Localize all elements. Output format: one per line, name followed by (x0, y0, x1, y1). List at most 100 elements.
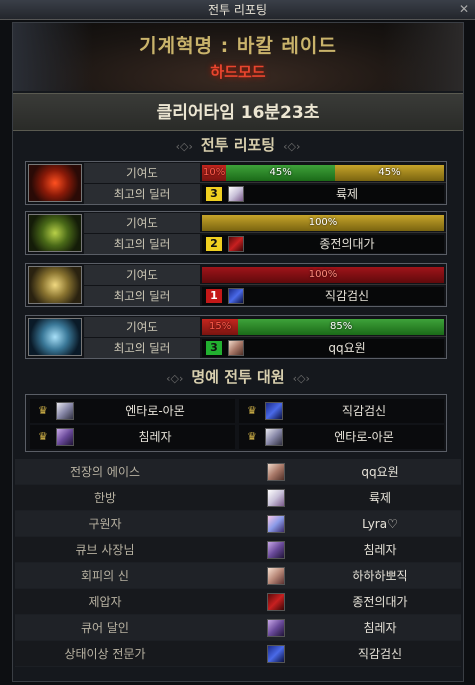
contribution-segment: 15% (202, 319, 239, 335)
award-title: 한방 (93, 491, 117, 505)
award-row: 제압자 종전의대가 (15, 589, 461, 615)
avatar (267, 515, 285, 533)
contribution-segment: 10% (202, 165, 227, 181)
avatar (56, 428, 74, 446)
best-dealer-label: 최고의 딜러 (84, 338, 200, 358)
honor-member[interactable]: ♛ 직감검신 (239, 399, 444, 423)
rank-badge: 2 (206, 237, 222, 251)
contribution-label: 기여도 (84, 317, 200, 337)
contribution-label: 기여도 (84, 213, 200, 233)
award-row: 회피의 신 하하하뽀직 (15, 563, 461, 589)
player-card: 기여도 100% 최고의 딜러 1 직감검신 (25, 263, 447, 307)
award-winner: 침레자 (363, 543, 397, 557)
award-row: 한방 륙제 (15, 485, 461, 511)
raid-banner: 기계혁명 : 바칼 레이드 하드모드 (13, 23, 463, 91)
contribution-bar: 15% 85% (202, 319, 444, 335)
dealer-name: 륙제 (335, 187, 359, 201)
honor-member-name: 직감검신 (341, 404, 387, 418)
contribution-bar: 10% 45% 45% (202, 165, 444, 181)
avatar (228, 288, 244, 304)
honor-title: 명예 전투 대원 (191, 368, 285, 386)
honor-member[interactable]: ♛ 침레자 (30, 425, 235, 449)
contribution-segment: 45% (335, 165, 444, 181)
contribution-row: 기여도 100% (84, 213, 446, 233)
gold-horned-mask-icon (28, 266, 82, 304)
award-row: 전장의 에이스 qq요원 (15, 459, 461, 485)
award-winner: 륙제 (368, 491, 392, 505)
close-icon[interactable]: ✕ (457, 2, 471, 16)
avatar (267, 463, 285, 481)
contribution-label: 기여도 (84, 163, 200, 183)
award-title: 전장의 에이스 (69, 465, 141, 479)
award-row: 큐어 달인 침레자 (15, 615, 461, 641)
contribution-segment: 100% (202, 267, 444, 283)
contribution-bar: 100% (202, 215, 444, 231)
contribution-row: 기여도 10% 45% 45% (84, 163, 446, 183)
best-dealer-row: 최고의 딜러 3 륙제 (84, 184, 446, 204)
player-card: 기여도 10% 45% 45% 최고의 딜러 3 륙제 (25, 161, 447, 205)
avatar (267, 593, 285, 611)
rank-badge: 3 (206, 341, 222, 355)
award-winner: Lyra♡ (362, 517, 398, 531)
best-dealer-label: 최고의 딜러 (84, 184, 200, 204)
avatar (267, 619, 285, 637)
best-dealer-label: 최고의 딜러 (84, 286, 200, 306)
honor-members: ♛ 엔타로-아몬 ♛ 직감검신 ♛ 침레자 ♛ 엔타로-아몬 (25, 394, 447, 452)
award-title: 큐브 사장님 (75, 543, 135, 557)
contribution-segment: 85% (238, 319, 444, 335)
avatar (267, 541, 285, 559)
award-title: 구원자 (88, 517, 122, 531)
contribution-label: 기여도 (84, 265, 200, 285)
crown-icon: ♛ (247, 404, 257, 417)
red-flame-mask-icon (28, 164, 82, 202)
avatar (267, 567, 285, 585)
blue-mech-mask-icon (28, 318, 82, 356)
ornament-left-icon: ‹◇› (175, 140, 193, 153)
contribution-row: 기여도 100% (84, 265, 446, 285)
raid-title: 기계혁명 : 바칼 레이드 (139, 35, 337, 57)
difficulty-label: 하드모드 (210, 63, 266, 81)
dealer-name: qq요원 (328, 341, 366, 355)
avatar (265, 402, 283, 420)
avatar (265, 428, 283, 446)
award-winner: 침레자 (363, 621, 397, 635)
honor-heading: ‹◇› 명예 전투 대원 ‹◇› (13, 365, 463, 389)
award-row: 큐브 사장님 침레자 (15, 537, 461, 563)
award-row: 상태이상 전문가 직감검신 (15, 641, 461, 667)
dealer-name: 종전의대가 (319, 237, 375, 251)
award-winner: 종전의대가 (352, 595, 408, 609)
avatar (228, 236, 244, 252)
crown-icon: ♛ (38, 430, 48, 443)
honor-member-name: 침레자 (138, 430, 172, 444)
crown-icon: ♛ (38, 404, 48, 417)
best-dealer-label: 최고의 딜러 (84, 234, 200, 254)
award-row: 구원자 Lyra♡ (15, 511, 461, 537)
honor-member[interactable]: ♛ 엔타로-아몬 (30, 399, 235, 423)
contribution-segment: 45% (226, 165, 336, 181)
battle-report-heading: ‹◇› 전투 리포팅 ‹◇› (13, 133, 463, 157)
crown-icon: ♛ (247, 430, 257, 443)
award-winner: qq요원 (361, 465, 399, 479)
award-title: 회피의 신 (81, 569, 129, 583)
battle-report-title: 전투 리포팅 (200, 136, 276, 154)
window-title: 전투 리포팅 (207, 3, 267, 17)
best-dealer-row: 최고의 딜러 1 직감검신 (84, 286, 446, 306)
contribution-segment: 100% (202, 215, 444, 231)
avatar (56, 402, 74, 420)
awards-list: 전장의 에이스 qq요원 한방 륙제 구원자 Lyra♡ 큐브 사장님 침레자 … (15, 459, 461, 667)
best-dealer-row: 최고의 딜러 2 종전의대가 (84, 234, 446, 254)
best-dealer-cell: 2 종전의대가 (202, 235, 444, 253)
clear-time: 클리어타임 16분23초 (13, 93, 463, 131)
best-dealer-cell: 1 직감검신 (202, 287, 444, 305)
award-title: 상태이상 전문가 (64, 647, 146, 661)
contribution-bar: 100% (202, 267, 444, 283)
best-dealer-cell: 3 륙제 (202, 185, 444, 203)
contribution-row: 기여도 15% 85% (84, 317, 446, 337)
rank-badge: 3 (206, 187, 222, 201)
honor-member-name: 엔타로-아몬 (334, 430, 394, 444)
avatar (267, 645, 285, 663)
honor-member[interactable]: ♛ 엔타로-아몬 (239, 425, 444, 449)
award-winner: 직감검신 (357, 647, 403, 661)
award-title: 큐어 달인 (81, 621, 129, 635)
best-dealer-cell: 3 qq요원 (202, 339, 444, 357)
